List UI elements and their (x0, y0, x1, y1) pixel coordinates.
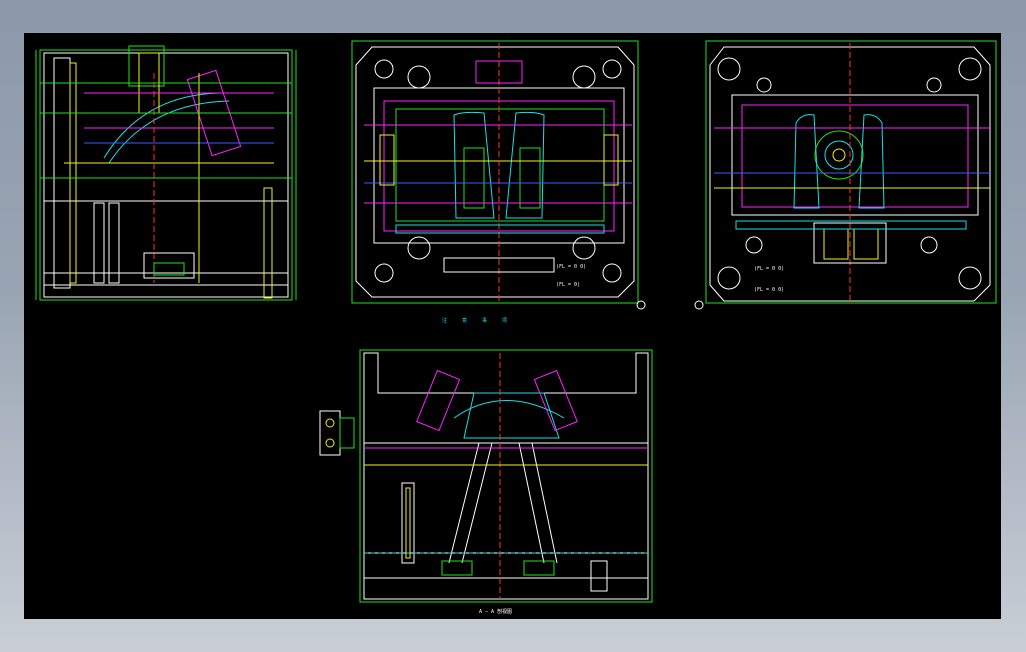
view-plan-moving-half (705, 40, 997, 304)
view-section-a-a (319, 349, 653, 603)
notes-label: 注 意 事 项 (442, 317, 513, 324)
view3-scale-label-2: (FL = 0 0) (754, 287, 784, 293)
view2-marker (636, 300, 646, 310)
view3-scale-label: (FL = 0 0) (754, 266, 784, 272)
section-title: A — A 剖视图 (479, 608, 512, 615)
view-side-section (35, 45, 297, 301)
view2-scale-label: (FL = 0 0) (556, 264, 586, 270)
cad-drawing-canvas[interactable]: (FL = 0 0) (FL = 0) 注 意 事 项 (FL = 0 0) (… (24, 33, 1001, 619)
view3-marker (694, 300, 704, 310)
view-plan-fixed-half (351, 40, 639, 304)
view2-scale-label-2: (FL = 0) (556, 282, 580, 288)
cad-drawing: (FL = 0 0) (FL = 0) 注 意 事 项 (FL = 0 0) (… (35, 40, 997, 615)
